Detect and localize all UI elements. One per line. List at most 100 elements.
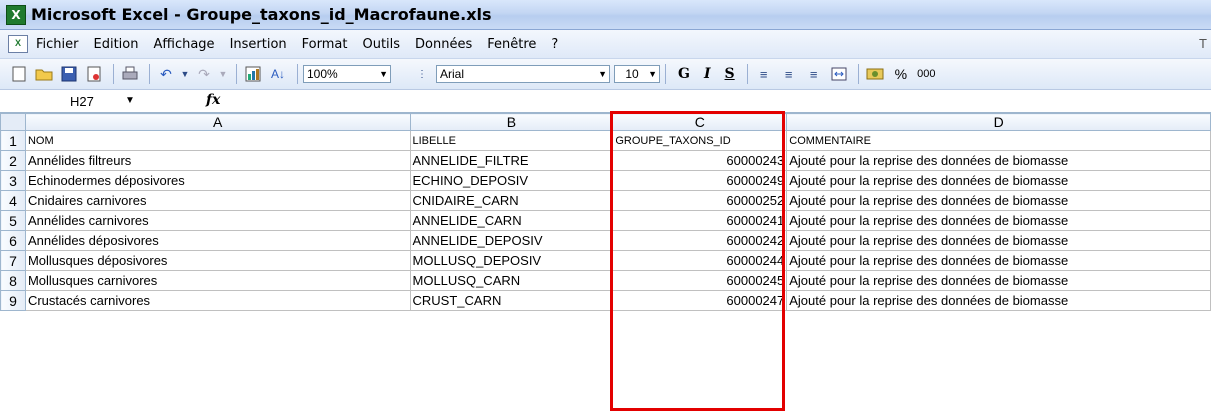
table-row: 7 Mollusques déposivores MOLLUSQ_DEPOSIV… bbox=[0, 250, 1211, 271]
cell-groupe-taxons-id[interactable]: 60000241 bbox=[612, 210, 788, 231]
percent-style-button[interactable]: % bbox=[895, 66, 907, 82]
save-icon[interactable] bbox=[58, 63, 80, 85]
menu-fichier[interactable]: Fichier bbox=[36, 37, 79, 52]
cell-libelle[interactable]: ANNELIDE_DEPOSIV bbox=[409, 230, 614, 251]
cell-nom[interactable]: Annélides carnivores bbox=[24, 210, 411, 231]
row-header[interactable]: 7 bbox=[0, 250, 26, 271]
cell-nom[interactable]: Annélides déposivores bbox=[24, 230, 411, 251]
column-header-a[interactable]: A bbox=[24, 113, 411, 131]
select-all-corner[interactable] bbox=[0, 113, 26, 131]
sort-ascending-icon[interactable]: A↓ bbox=[267, 63, 289, 85]
cell-groupe-taxons-id[interactable]: 60000249 bbox=[612, 170, 788, 191]
redo-icon[interactable]: ↷ bbox=[193, 63, 215, 85]
cell-nom[interactable]: Echinodermes déposivores bbox=[24, 170, 411, 191]
redo-dropdown-icon[interactable]: ▼ bbox=[218, 63, 228, 85]
cell-libelle[interactable]: ECHINO_DEPOSIV bbox=[409, 170, 614, 191]
row-header[interactable]: 4 bbox=[0, 190, 26, 211]
cell-libelle[interactable]: CRUST_CARN bbox=[409, 290, 614, 311]
cell-nom[interactable]: Mollusques déposivores bbox=[24, 250, 411, 271]
cell-groupe-taxons-id[interactable]: 60000247 bbox=[612, 290, 788, 311]
menu-affichage[interactable]: Affichage bbox=[153, 37, 214, 52]
table-row: 2 Annélides filtreurs ANNELIDE_FILTRE 60… bbox=[0, 150, 1211, 171]
bold-button[interactable]: G bbox=[678, 66, 690, 82]
new-document-icon[interactable] bbox=[8, 63, 30, 85]
title-bar: X Microsoft Excel - Groupe_taxons_id_Mac… bbox=[0, 0, 1211, 30]
cell-nom[interactable]: Annélides filtreurs bbox=[24, 150, 411, 171]
cell-commentaire[interactable]: Ajouté pour la reprise des données de bi… bbox=[786, 210, 1211, 231]
menu-outils[interactable]: Outils bbox=[362, 37, 400, 52]
column-header-c[interactable]: C bbox=[612, 113, 788, 131]
header-cell-groupe-taxons-id[interactable]: GROUPE_TAXONS_ID bbox=[612, 130, 788, 151]
chevron-down-icon[interactable]: ▼ bbox=[379, 69, 388, 79]
undo-icon[interactable]: ↶ bbox=[155, 63, 177, 85]
cell-groupe-taxons-id[interactable]: 60000252 bbox=[612, 190, 788, 211]
header-cell-commentaire[interactable]: COMMENTAIRE bbox=[786, 130, 1211, 151]
cell-commentaire[interactable]: Ajouté pour la reprise des données de bi… bbox=[786, 250, 1211, 271]
row-header[interactable]: 6 bbox=[0, 230, 26, 251]
column-header-b[interactable]: B bbox=[409, 113, 614, 131]
row-header[interactable]: 1 bbox=[0, 130, 26, 151]
cell-commentaire[interactable]: Ajouté pour la reprise des données de bi… bbox=[786, 230, 1211, 251]
zoom-select[interactable]: 100% ▼ bbox=[303, 65, 391, 83]
header-cell-libelle[interactable]: LIBELLE bbox=[409, 130, 614, 151]
merge-center-icon[interactable] bbox=[828, 63, 850, 85]
cell-commentaire[interactable]: Ajouté pour la reprise des données de bi… bbox=[786, 150, 1211, 171]
permission-icon[interactable] bbox=[83, 63, 105, 85]
name-box[interactable]: H27 ▼ bbox=[0, 91, 135, 111]
currency-icon[interactable] bbox=[864, 63, 886, 85]
font-select[interactable]: Arial ▼ bbox=[436, 65, 610, 83]
cell-libelle[interactable]: ANNELIDE_FILTRE bbox=[409, 150, 614, 171]
column-header-d[interactable]: D bbox=[786, 113, 1211, 131]
align-right-icon[interactable]: ≡ bbox=[803, 63, 825, 85]
menu-donnees[interactable]: Données bbox=[415, 37, 472, 52]
row-header[interactable]: 3 bbox=[0, 170, 26, 191]
cell-libelle[interactable]: MOLLUSQ_DEPOSIV bbox=[409, 250, 614, 271]
align-left-icon[interactable]: ≡ bbox=[753, 63, 775, 85]
excel-app-icon[interactable]: X bbox=[6, 4, 26, 25]
window-title: Microsoft Excel - Groupe_taxons_id_Macro… bbox=[31, 5, 492, 24]
cell-commentaire[interactable]: Ajouté pour la reprise des données de bi… bbox=[786, 270, 1211, 291]
toolbar-options-icon[interactable]: ⋮ bbox=[415, 63, 429, 85]
menu-insertion[interactable]: Insertion bbox=[230, 37, 287, 52]
underline-button[interactable]: S bbox=[725, 66, 735, 82]
italic-button[interactable]: I bbox=[704, 66, 711, 82]
align-center-icon[interactable]: ≡ bbox=[778, 63, 800, 85]
cell-commentaire[interactable]: Ajouté pour la reprise des données de bi… bbox=[786, 170, 1211, 191]
menu-format[interactable]: Format bbox=[302, 37, 348, 52]
insert-chart-icon[interactable] bbox=[242, 63, 264, 85]
cell-commentaire[interactable]: Ajouté pour la reprise des données de bi… bbox=[786, 190, 1211, 211]
menu-fenetre[interactable]: Fenêtre bbox=[487, 37, 536, 52]
chevron-down-icon[interactable]: ▼ bbox=[648, 69, 657, 79]
toolbar-separator bbox=[236, 64, 237, 84]
cell-libelle[interactable]: ANNELIDE_CARN bbox=[409, 210, 614, 231]
menu-edition[interactable]: Edition bbox=[94, 37, 139, 52]
workbook-icon[interactable]: X bbox=[8, 35, 28, 53]
insert-function-icon[interactable]: fx bbox=[206, 92, 220, 108]
row-header[interactable]: 9 bbox=[0, 290, 26, 311]
chevron-down-icon[interactable]: ▼ bbox=[125, 95, 135, 106]
row-header[interactable]: 8 bbox=[0, 270, 26, 291]
cell-nom[interactable]: Cnidaires carnivores bbox=[24, 190, 411, 211]
cell-groupe-taxons-id[interactable]: 60000242 bbox=[612, 230, 788, 251]
cell-groupe-taxons-id[interactable]: 60000245 bbox=[612, 270, 788, 291]
print-icon[interactable] bbox=[119, 63, 141, 85]
font-size-select[interactable]: 10 ▼ bbox=[614, 65, 660, 83]
thousands-separator-button[interactable]: 000 bbox=[917, 68, 935, 80]
row-header[interactable]: 5 bbox=[0, 210, 26, 231]
toolbar-separator bbox=[113, 64, 114, 84]
cell-libelle[interactable]: MOLLUSQ_CARN bbox=[409, 270, 614, 291]
menu-help[interactable]: ? bbox=[551, 37, 558, 52]
header-cell-nom[interactable]: NOM bbox=[24, 130, 411, 151]
toolbar-separator bbox=[857, 64, 859, 84]
cell-groupe-taxons-id[interactable]: 60000244 bbox=[612, 250, 788, 271]
open-folder-icon[interactable] bbox=[33, 63, 55, 85]
undo-dropdown-icon[interactable]: ▼ bbox=[180, 63, 190, 85]
chevron-down-icon[interactable]: ▼ bbox=[598, 69, 607, 79]
row-header[interactable]: 2 bbox=[0, 150, 26, 171]
cell-commentaire[interactable]: Ajouté pour la reprise des données de bi… bbox=[786, 290, 1211, 311]
table-row: 1 NOM LIBELLE GROUPE_TAXONS_ID COMMENTAI… bbox=[0, 130, 1211, 151]
cell-libelle[interactable]: CNIDAIRE_CARN bbox=[409, 190, 614, 211]
cell-nom[interactable]: Mollusques carnivores bbox=[24, 270, 411, 291]
cell-groupe-taxons-id[interactable]: 60000243 bbox=[612, 150, 788, 171]
cell-nom[interactable]: Crustacés carnivores bbox=[24, 290, 411, 311]
